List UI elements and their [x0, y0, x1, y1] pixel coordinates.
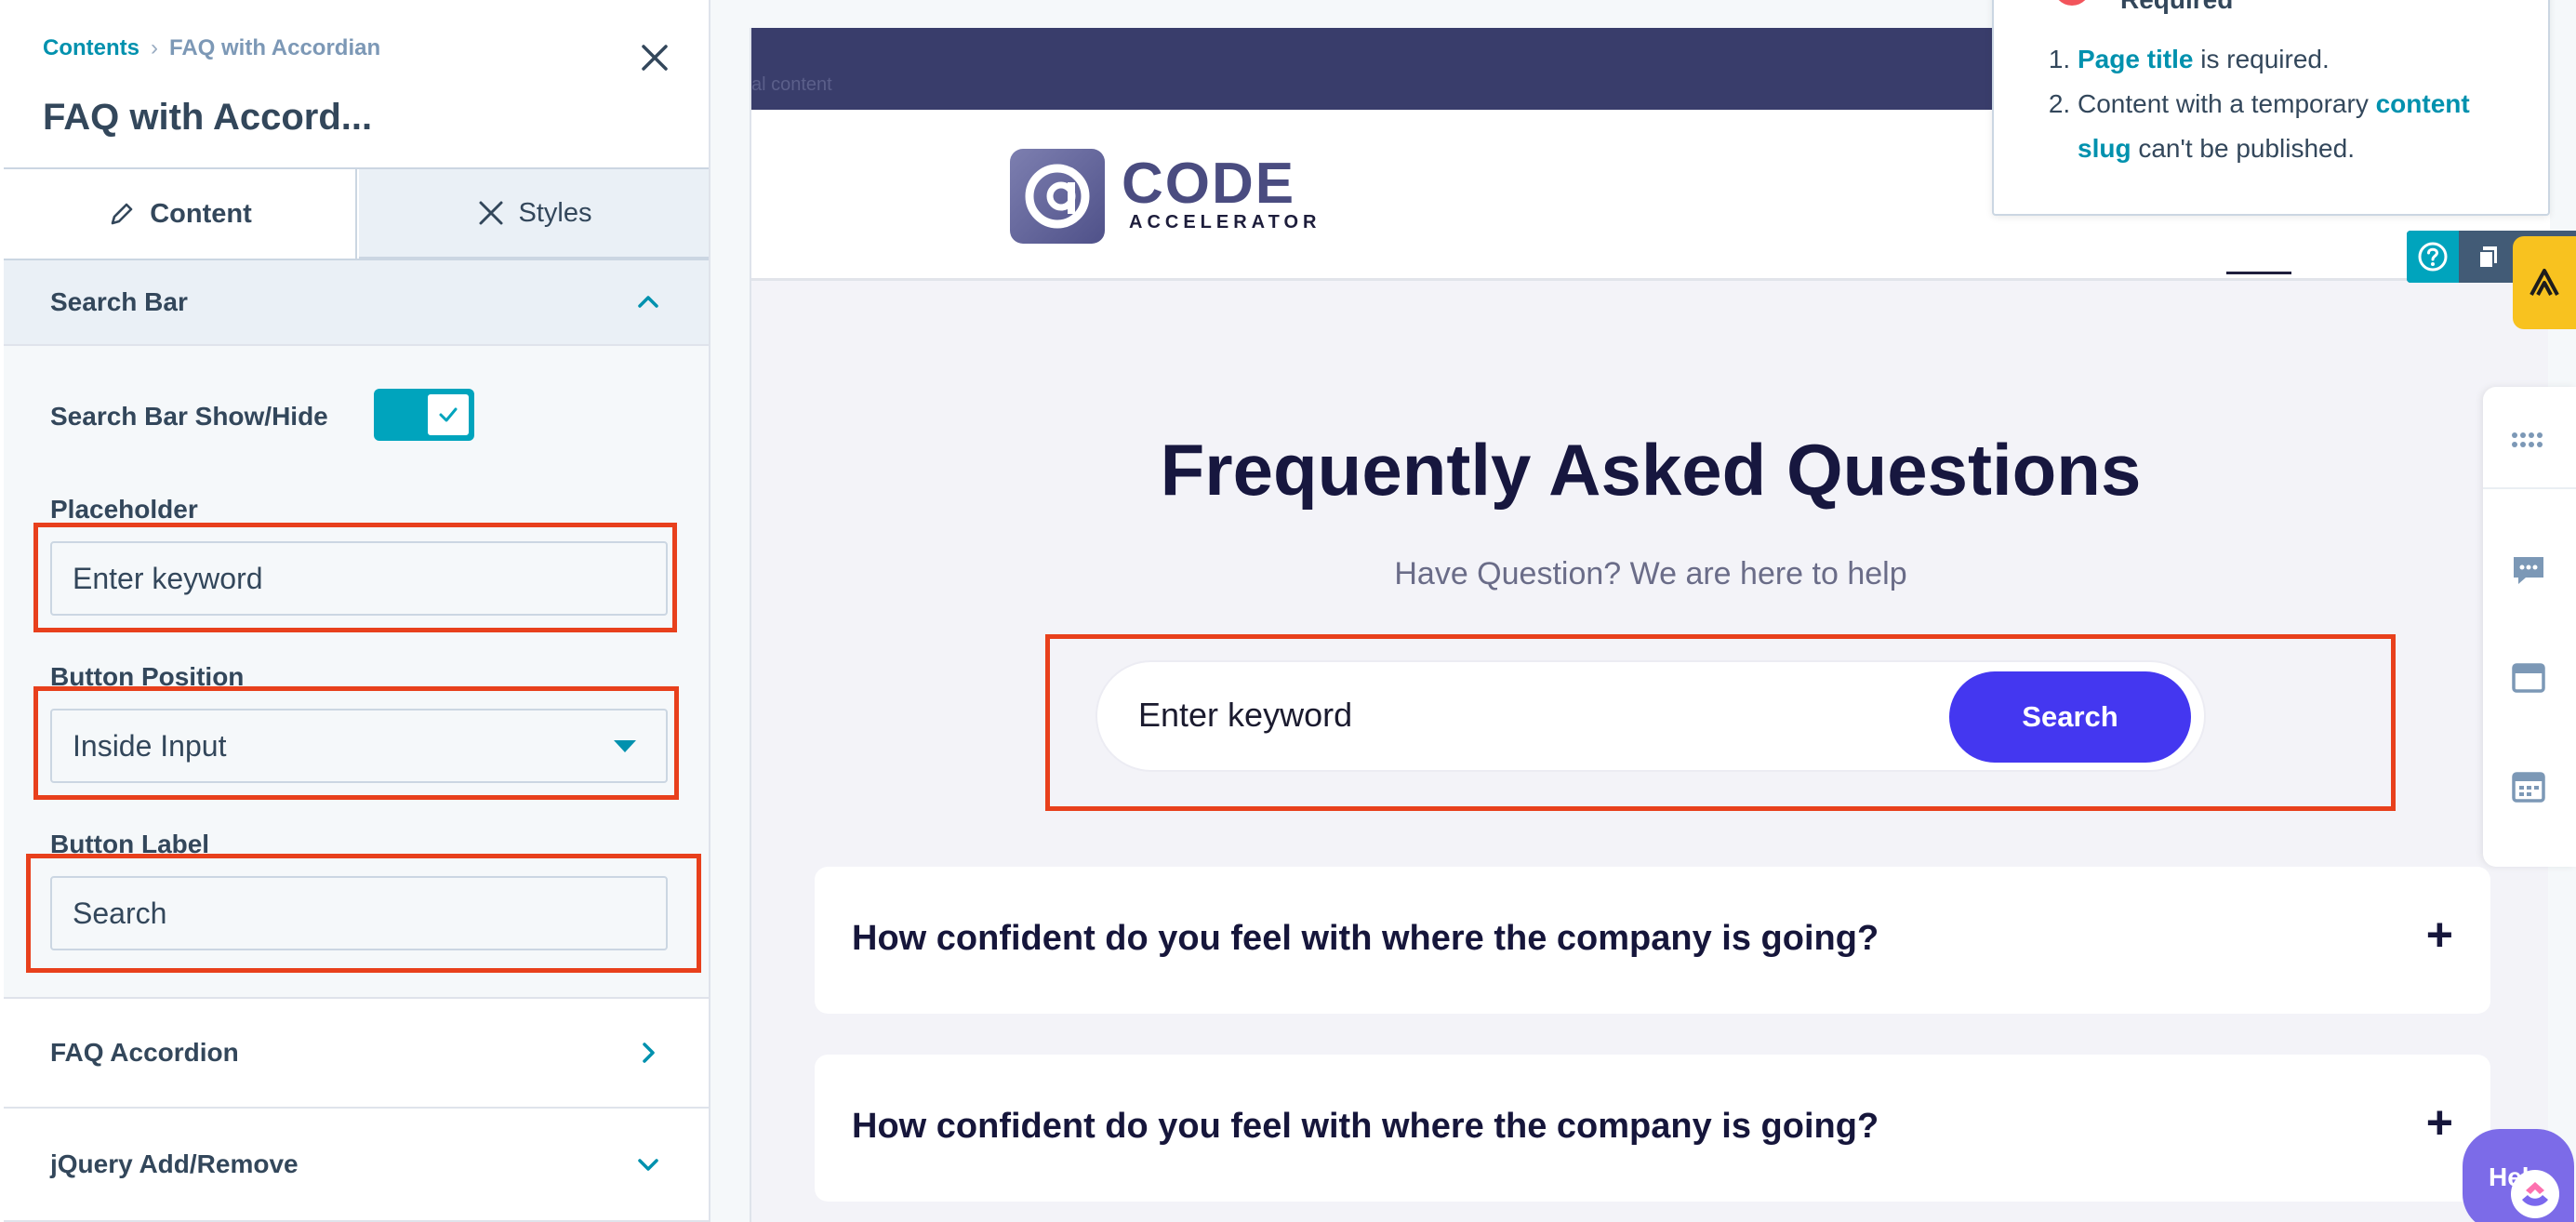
required-list: Page title is required. Content with a t… — [2042, 37, 2526, 171]
editor-tabs: Content Styles — [4, 167, 709, 260]
breadcrumb-contents-link[interactable]: Contents — [43, 35, 139, 60]
faq-question: How confident do you feel with where the… — [852, 1107, 1879, 1146]
required-item-text: Content with a temporary — [2078, 89, 2376, 118]
extension-tab[interactable] — [2513, 236, 2576, 329]
clickup-icon[interactable] — [2511, 1170, 2559, 1218]
tab-content[interactable]: Content — [4, 169, 357, 259]
grid-dots-icon[interactable] — [2509, 420, 2548, 459]
section-faq-accordion-header[interactable]: FAQ Accordion — [4, 997, 709, 1109]
tab-styles[interactable]: Styles — [359, 169, 709, 259]
editor-sidebar: Contents › FAQ with Accordian FAQ with Acc… — [0, 0, 710, 1222]
close-icon[interactable] — [636, 39, 673, 76]
search-bar-toggle[interactable] — [374, 389, 474, 441]
window-icon[interactable] — [2509, 658, 2548, 697]
required-popover: Required Page title is required. Content… — [1992, 0, 2550, 216]
logo-icon — [1010, 149, 1105, 244]
pencil-icon — [111, 203, 133, 225]
divider — [2483, 487, 2576, 489]
required-item-text: is required. — [2193, 45, 2330, 73]
required-item: Page title is required. — [2078, 37, 2526, 82]
faq-heading: Frequently Asked Questions — [1160, 429, 2142, 511]
section-search-bar-title: Search Bar — [50, 287, 188, 316]
section-search-bar-header[interactable]: Search Bar — [4, 260, 709, 346]
warning-icon — [2053, 0, 2091, 6]
nav-underline — [2226, 272, 2291, 274]
logo-text: CODE — [1122, 152, 1296, 216]
highlight-box — [33, 523, 677, 632]
faq-accordion-item[interactable]: How confident do you feel with where the… — [815, 867, 2490, 1014]
chevron-down-icon — [638, 1159, 658, 1171]
required-item-text: can't be published. — [2131, 134, 2355, 163]
check-icon — [426, 392, 471, 437]
content-settings: Search Bar Search Bar Show/Hide Placehol… — [4, 260, 709, 1222]
faq-question: How confident do you feel with where the… — [852, 919, 1879, 958]
search-bar-show-hide-label: Search Bar Show/Hide — [50, 402, 328, 431]
copy-icon[interactable] — [2476, 244, 2502, 270]
chat-icon[interactable] — [2509, 551, 2548, 590]
section-faq-accordion-title: FAQ Accordion — [50, 1038, 239, 1067]
plus-icon[interactable]: + — [2426, 911, 2453, 958]
chevron-up-icon — [638, 296, 658, 308]
highlight-box — [1045, 634, 2396, 811]
plus-icon[interactable]: + — [2426, 1099, 2453, 1146]
faq-subheading: Have Question? We are here to help — [1394, 556, 1907, 591]
brush-ruler-icon — [479, 201, 502, 225]
tab-styles-label: Styles — [518, 197, 592, 228]
placeholder-label: Placeholder — [50, 495, 198, 524]
highlight-box — [33, 686, 679, 800]
right-quick-bar — [2483, 387, 2576, 867]
calendar-icon[interactable] — [2509, 766, 2548, 805]
logo-subtext: ACCELERATOR — [1129, 212, 1321, 232]
question-icon[interactable] — [2407, 231, 2459, 283]
panel-title: FAQ with Accord... — [43, 97, 373, 138]
section-jquery-header[interactable]: jQuery Add/Remove — [4, 1109, 709, 1222]
tab-content-label: Content — [150, 198, 252, 229]
chevron-right-icon: › — [151, 35, 158, 60]
section-jquery-title: jQuery Add/Remove — [50, 1149, 299, 1178]
chevron-right-icon — [643, 1043, 655, 1063]
faq-accordion-item[interactable]: How confident do you feel with where the… — [815, 1055, 2490, 1202]
required-item: Content with a temporary content slug ca… — [2078, 82, 2526, 171]
highlight-box — [26, 854, 701, 973]
extension-icon — [2530, 269, 2559, 296]
breadcrumb-current: FAQ with Accordian — [169, 35, 381, 60]
popover-title: Required — [2120, 0, 2233, 15]
topbar-ghost-text: al content — [751, 74, 832, 95]
page-title-link[interactable]: Page title — [2078, 45, 2193, 73]
breadcrumb: Contents › FAQ with Accordian — [43, 35, 380, 61]
